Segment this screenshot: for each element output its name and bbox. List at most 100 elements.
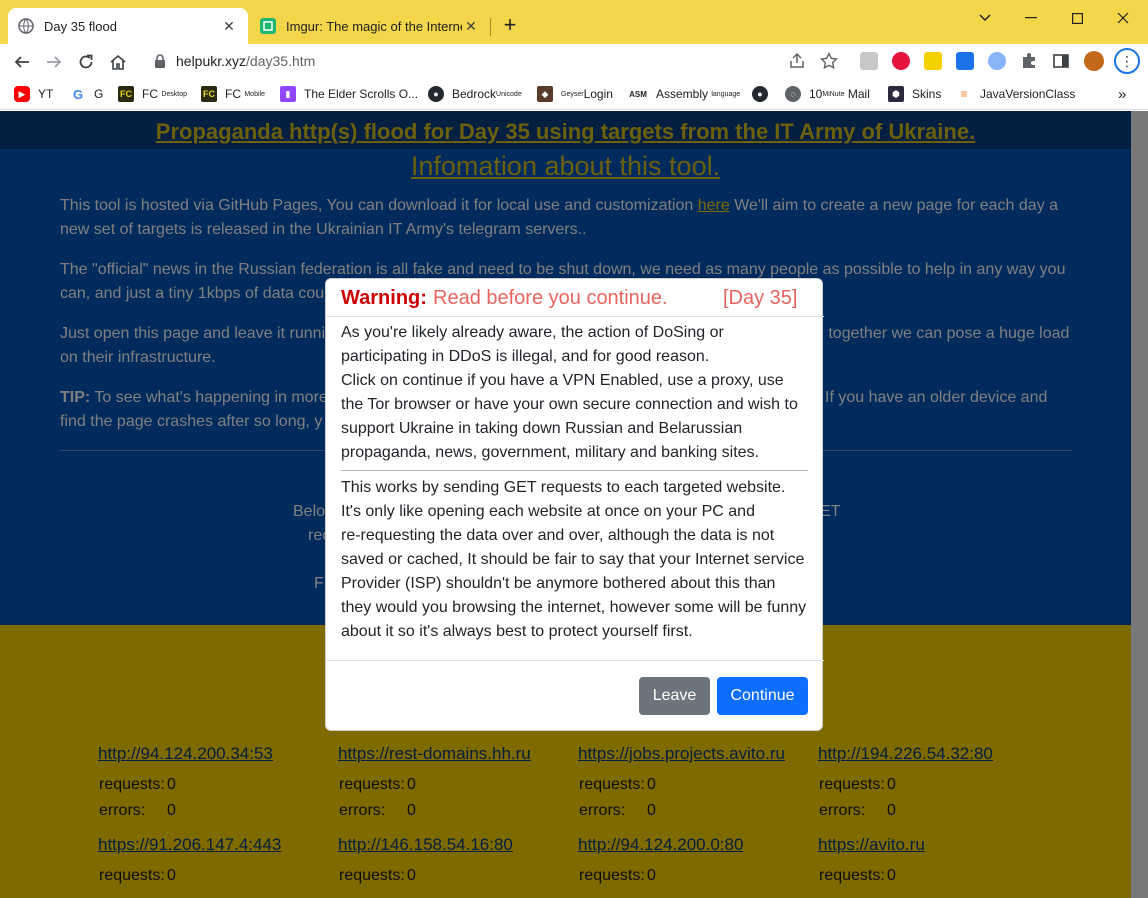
search-extension-icon[interactable] (988, 52, 1006, 70)
modal-line: It's only like opening each website at o… (341, 503, 755, 520)
bookmark-skins[interactable]: ⬢ Skins (888, 84, 941, 104)
browser-titlebar: Day 35 flood ✕ Imgur: The magic of the I… (0, 0, 1148, 44)
bookmark-label: FC (225, 87, 241, 101)
modal-line: Provider (ISP) shouldn't be anymore both… (341, 575, 776, 592)
bookmarks-bar: ▶ YT GG FC FC Desktop FC FC Mobile ▮ The Eld… (0, 78, 1148, 110)
forward-icon[interactable] (40, 48, 68, 76)
modal-line: propaganda, news, government, military a… (341, 444, 760, 461)
modal-line: participating in DDoS is illegal, and fo… (341, 348, 710, 365)
globe-icon (18, 18, 34, 34)
tab-day35-flood[interactable]: Day 35 flood ✕ (8, 8, 248, 44)
github-icon: ● (752, 86, 768, 102)
warning-label: Warning: (341, 287, 427, 309)
close-icon[interactable]: ✕ (462, 17, 480, 35)
bookmark-label: Assembly (656, 87, 709, 101)
imgur-icon (260, 18, 276, 34)
bookmark-sup: Unicode (496, 90, 522, 98)
bookmark-sup: MiNute (822, 90, 845, 98)
new-tab-icon[interactable]: + (498, 14, 522, 38)
modal-line: the Tor browser or have your own secure … (341, 396, 798, 413)
modal-paragraph-legal: As you're likely already aware, the acti… (341, 321, 813, 465)
maximize-icon[interactable] (1054, 4, 1100, 32)
modal-header: Warning: Read before you continue. [Day … (326, 279, 824, 317)
bookmark-geyser-login[interactable]: ◆ Geyser Login (537, 84, 613, 104)
browser-toolbar: helpukr.xyz/day35.htm ⋮ (0, 44, 1148, 78)
bookmark-sup: Desktop (161, 90, 188, 98)
bookmark-bedrock[interactable]: ● Bedrock Unicode (428, 84, 522, 104)
google-icon: G (72, 86, 84, 102)
bookmark-label: FC (142, 87, 158, 101)
avatar[interactable] (1084, 51, 1104, 71)
modal-line: about it so it's always best to protect … (341, 623, 693, 640)
globe-icon: ◌ (785, 86, 801, 102)
modal-line: As you're likely already aware, the acti… (341, 324, 724, 341)
asm-icon: ASM (629, 89, 647, 99)
extension-h-icon[interactable] (860, 52, 878, 70)
bookmark-fc-desktop[interactable]: FC FC Desktop (118, 84, 187, 104)
bookmark-javaversionclass[interactable]: ≡ JavaVersionClass (956, 84, 1075, 104)
bookmark-label: Login (583, 87, 613, 101)
bookmark-fc-mobile[interactable]: FC FC Mobile (201, 84, 265, 104)
bookmark-label: G (94, 87, 104, 101)
twitch-icon: ▮ (280, 86, 296, 102)
modal-line: re-requesting the data over and over, al… (341, 527, 775, 544)
extension-blue-icon[interactable] (956, 52, 974, 70)
minimize-icon[interactable] (1008, 4, 1054, 32)
close-icon[interactable]: ✕ (220, 17, 238, 35)
bookmark-g[interactable]: GG (70, 84, 103, 104)
more-bookmarks-icon[interactable]: » (1118, 84, 1126, 104)
bookmark-label: The Elder Scrolls O... (304, 87, 419, 101)
modal-line: they would you browsing the internet, ho… (341, 599, 807, 616)
share-icon[interactable] (788, 52, 806, 70)
modal-line: This works by sending GET requests to ea… (341, 479, 786, 496)
day-label: [Day 35] (723, 287, 798, 309)
modal-line: saved or cached, It should be fair to sa… (341, 551, 805, 568)
bookmark-label: Skins (912, 87, 942, 101)
bookmark-label: Bedrock (452, 87, 497, 101)
warning-text: Read before you continue. (433, 287, 668, 309)
leave-button[interactable]: Leave (639, 677, 710, 715)
fc-icon: FC (201, 86, 217, 102)
modal-line: support Ukraine in taking down Russian a… (341, 420, 743, 437)
continue-button[interactable]: Continue (717, 677, 808, 715)
tab-title: Imgur: The magic of the Internet (286, 18, 462, 34)
bookmark-sup: Geyser (561, 90, 584, 98)
star-icon[interactable] (819, 51, 839, 70)
fc-icon: FC (118, 86, 134, 102)
bookmark-label: Mail (847, 87, 870, 101)
tab-title: Day 35 flood (44, 18, 117, 34)
sidepanel-icon[interactable] (1052, 52, 1070, 70)
tab-separator (490, 18, 491, 36)
modal-paragraph-how: This works by sending GET requests to ea… (341, 476, 813, 644)
home-icon[interactable] (104, 48, 132, 76)
bookmark-yt[interactable]: ▶ YT (14, 84, 53, 104)
bookmark-sup: Mobile (244, 90, 265, 98)
extension-yellow-icon[interactable] (924, 52, 942, 70)
lock-icon (154, 54, 166, 68)
geyser-icon: ◆ (537, 86, 553, 102)
modal-divider (341, 470, 808, 471)
tab-imgur[interactable]: Imgur: The magic of the Internet ✕ (250, 8, 490, 44)
bookmark-label: YT (38, 87, 54, 101)
bookmark-github[interactable]: ● (752, 84, 776, 104)
adblock-icon[interactable] (892, 52, 910, 70)
bookmark-label: JavaVersionClass (980, 87, 1076, 101)
reload-icon[interactable] (72, 48, 100, 76)
tab-search-chevron-icon[interactable] (962, 4, 1008, 32)
bookmark-sup: language (711, 90, 741, 98)
skins-icon: ⬢ (888, 86, 904, 102)
stackoverflow-icon: ≡ (960, 87, 968, 101)
bookmark-10minute-mail[interactable]: ◌ 10 MiNute Mail (785, 84, 870, 104)
menu-kebab-icon[interactable]: ⋮ (1114, 48, 1140, 74)
bookmark-assembly[interactable]: ASM Assembly language (628, 84, 740, 104)
back-icon[interactable] (8, 48, 36, 76)
window-close-icon[interactable] (1100, 4, 1146, 32)
modal-line: Click on continue if you have a VPN Enab… (341, 372, 784, 389)
bookmark-elder-scrolls[interactable]: ▮ The Elder Scrolls O... (280, 84, 418, 104)
warning-modal: Warning: Read before you continue. [Day … (325, 278, 824, 732)
modal-footer: Leave Continue (326, 660, 824, 732)
youtube-icon: ▶ (14, 86, 30, 102)
github-icon: ● (428, 86, 444, 102)
puzzle-icon[interactable] (1020, 52, 1038, 70)
address-bar[interactable]: helpukr.xyz/day35.htm (142, 46, 848, 76)
